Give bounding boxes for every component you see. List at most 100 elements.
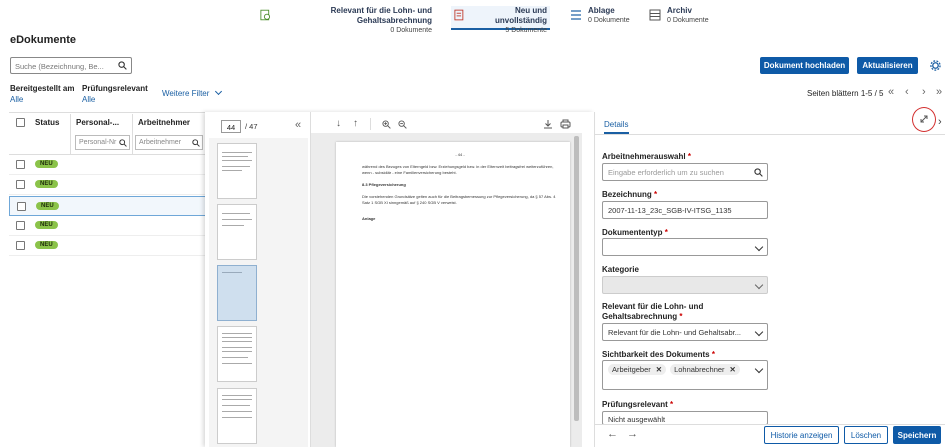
next-document-icon[interactable]: →	[627, 428, 638, 440]
row-checkbox[interactable]	[16, 221, 25, 230]
audit-select[interactable]: Nicht ausgewählt	[602, 411, 768, 425]
label-line: Relevant für die Lohn- und	[602, 302, 704, 311]
page-thumbnail-selected[interactable]	[217, 265, 257, 321]
remove-chip-icon[interactable]: ✕	[656, 365, 662, 374]
chevron-down-icon	[754, 242, 764, 252]
filter-value: Alle	[82, 95, 96, 104]
divider	[132, 114, 133, 154]
remove-chip-icon[interactable]: ✕	[730, 365, 736, 374]
divider	[70, 114, 71, 154]
select-all-checkbox[interactable]	[16, 118, 25, 127]
document-warning-icon	[454, 9, 464, 21]
label-line-2: Gehaltsabrechnung *	[602, 312, 703, 322]
search-icon	[119, 139, 127, 147]
more-filters-button[interactable]: Weitere Filter	[162, 87, 222, 98]
upload-button[interactable]: Dokument hochladen	[760, 57, 849, 74]
prev-page-icon[interactable]: ‹	[905, 86, 909, 98]
relevant-label: Relevant für die Lohn- und Gehaltsabrech…	[602, 302, 703, 322]
tab-ablage[interactable]: Ablage 0 Dokumente	[570, 6, 640, 30]
print-icon[interactable]	[560, 119, 571, 129]
viewer-scrollbar[interactable]	[574, 136, 579, 421]
label-text: Prüfungsrelevant	[602, 400, 668, 409]
page-number-input[interactable]: 44	[221, 120, 241, 133]
column-personal[interactable]: Personal-...	[76, 118, 119, 127]
page-thumbnail[interactable]	[217, 204, 257, 260]
required-mark: *	[687, 152, 691, 161]
divider	[594, 112, 595, 447]
select-value: Relevant für die Lohn- und Gehaltsabr...	[608, 327, 742, 337]
delete-button[interactable]: Löschen	[844, 426, 888, 444]
search-input[interactable]: Suche (Bezeichnung, Be...	[10, 57, 132, 74]
collapse-thumbnails-icon[interactable]: «	[295, 119, 301, 131]
filter-audit[interactable]: Prüfungsrelevant Alle	[82, 84, 148, 104]
chip: Lohnabrechner ✕	[670, 364, 740, 375]
previous-document-icon[interactable]: ←	[607, 428, 618, 440]
gear-icon[interactable]	[930, 60, 941, 71]
visibility-label: Sichtbarkeit des Dokuments *	[602, 350, 715, 359]
field-placeholder: Eingabe erforderlich um zu suchen	[608, 167, 724, 177]
category-select	[602, 276, 768, 294]
status-badge: NEU	[35, 241, 58, 249]
tab-label: Ablage	[588, 6, 615, 15]
tab-details[interactable]: Details	[604, 120, 628, 129]
status-badge: NEU	[35, 221, 58, 229]
save-button[interactable]: Speichern	[893, 426, 941, 444]
arrow-up-icon[interactable]: ↑	[353, 118, 358, 129]
divider	[9, 112, 209, 113]
table-row[interactable]: NEU	[9, 216, 209, 236]
first-page-icon[interactable]: «	[888, 86, 894, 98]
history-button[interactable]: Historie anzeigen	[764, 426, 839, 444]
table-row[interactable]: NEU	[9, 236, 209, 256]
select-value: Nicht ausgewählt	[608, 415, 666, 424]
tab-count: 0 Dokumente	[588, 17, 630, 24]
page-thumbnail[interactable]	[217, 326, 257, 382]
row-checkbox[interactable]	[16, 160, 25, 169]
doc-page-number: - 44 -	[455, 152, 465, 157]
zoom-in-icon[interactable]	[382, 120, 391, 129]
doc-paragraph: Die vorstehenden Grundsätze gelten auch …	[362, 194, 556, 205]
relevant-select[interactable]: Relevant für die Lohn- und Gehaltsabr...	[602, 323, 768, 341]
row-checkbox[interactable]	[17, 202, 26, 211]
archive-icon	[649, 9, 661, 21]
doc-paragraph: während des Bezuges von Elterngeld bzw. …	[362, 164, 554, 175]
tab-archiv[interactable]: Archiv 0 Dokumente	[649, 6, 719, 30]
arrow-down-icon[interactable]: ↓	[336, 118, 341, 129]
employee-filter-input[interactable]: Arbeitnehmer	[135, 135, 203, 150]
category-label: Kategorie	[602, 265, 639, 274]
doctype-select[interactable]	[602, 238, 768, 256]
close-panel-icon[interactable]: ›	[938, 116, 942, 128]
column-status[interactable]: Status	[35, 118, 59, 127]
personal-filter-input[interactable]: Personal-Nr	[75, 135, 130, 150]
row-checkbox[interactable]	[16, 241, 25, 250]
tab-relevant[interactable]: Relevant für die Lohn- und Gehaltsabrech…	[260, 6, 432, 34]
chevron-down-icon	[754, 364, 764, 374]
status-badge: NEU	[35, 160, 58, 168]
next-page-icon[interactable]: ›	[922, 86, 926, 98]
table-row[interactable]: NEU	[9, 155, 209, 175]
refresh-button[interactable]: Aktualisieren	[857, 57, 918, 74]
column-employee[interactable]: Arbeitnehmer	[138, 118, 190, 127]
doc-subheading: 8.3 Pflegeversicherung	[362, 182, 406, 187]
page-thumbnail[interactable]	[217, 388, 257, 444]
visibility-multiselect[interactable]: Arbeitgeber ✕ Lohnabrechner ✕	[602, 360, 768, 390]
download-icon[interactable]	[543, 119, 553, 129]
divider	[370, 118, 371, 130]
page-thumbnail[interactable]	[217, 143, 257, 199]
row-checkbox[interactable]	[16, 180, 25, 189]
label-text: Gehaltsabrechnung	[602, 312, 678, 321]
filter-value: Alle	[10, 95, 24, 104]
employee-search-field[interactable]: Eingabe erforderlich um zu suchen	[602, 163, 768, 181]
filter-provided[interactable]: Bereitgestellt am Alle	[10, 84, 74, 104]
employee-select-label: Arbeitnehmerauswahl *	[602, 152, 691, 161]
tab-label: Relevant für die Lohn- und Gehaltsabrech…	[330, 6, 432, 25]
tab-new[interactable]: Neu und unvollständig 5 Dokumente	[451, 6, 550, 34]
title-field[interactable]: 2007-11-13_23c_SGB-IV-ITSG_1135	[602, 201, 768, 219]
table-row[interactable]: NEU	[9, 196, 209, 216]
more-filters-label: Weitere Filter	[162, 89, 210, 98]
table-row[interactable]: NEU	[9, 175, 209, 195]
last-page-icon[interactable]: »	[936, 86, 942, 98]
page-total: / 47	[245, 122, 258, 131]
zoom-out-icon[interactable]	[398, 120, 407, 129]
tab-label: Neu und unvollständig	[495, 6, 547, 25]
doctype-label: Dokumententyp *	[602, 228, 668, 237]
